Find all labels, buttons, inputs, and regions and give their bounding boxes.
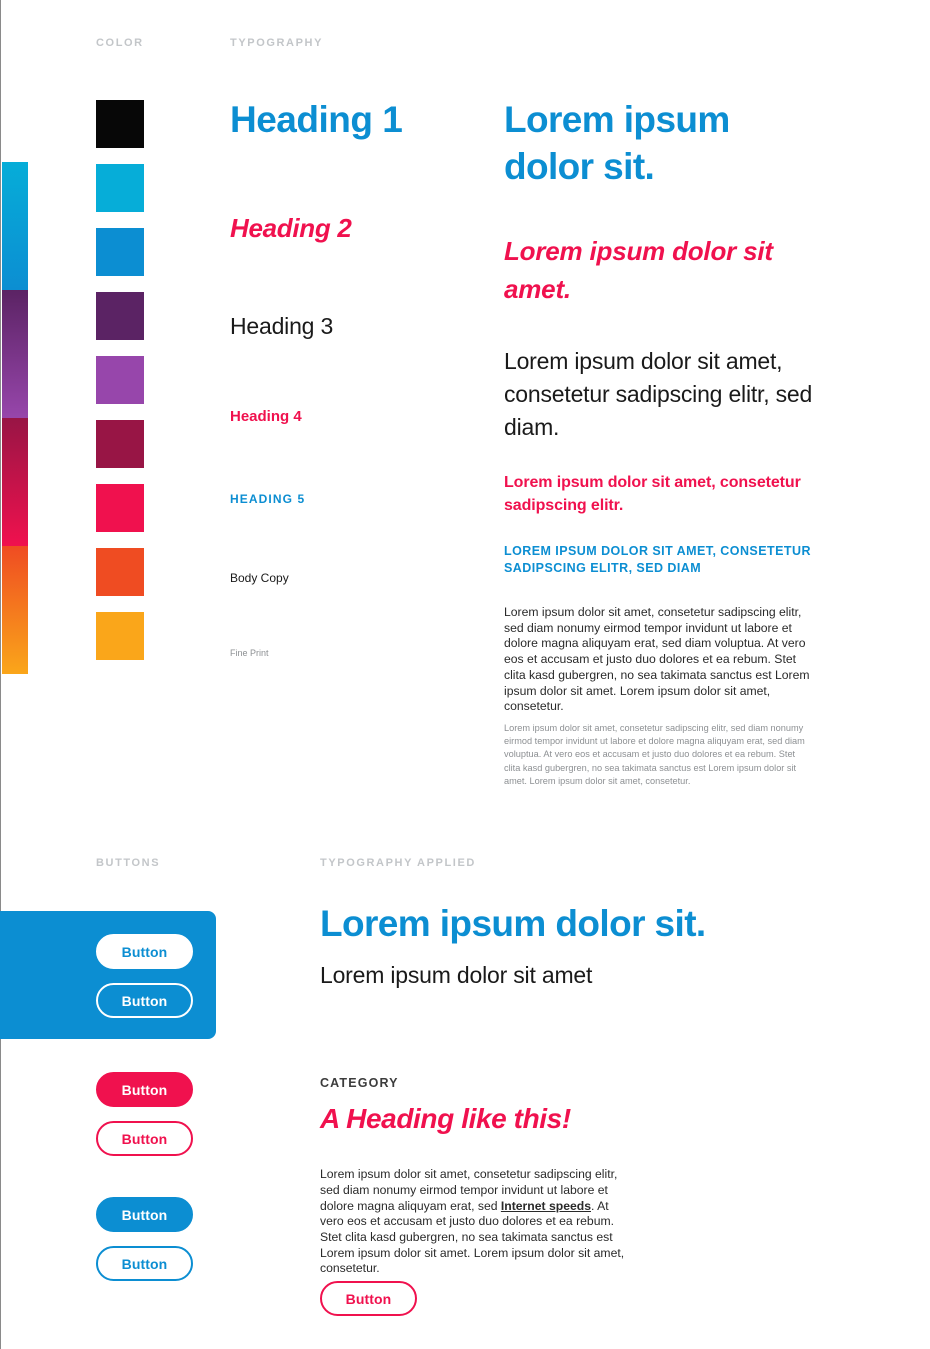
color-swatch-amber bbox=[96, 612, 144, 660]
type-scale-heading-3: Heading 3 bbox=[230, 313, 334, 339]
section-label-typography: Typography bbox=[230, 37, 324, 49]
specimen-heading-3: Lorem ipsum dolor sit amet, consetetur s… bbox=[504, 348, 813, 440]
button-applied-outline[interactable]: Button bbox=[320, 1281, 417, 1316]
gradient-strip-orange-amber bbox=[2, 546, 28, 674]
specimen-heading-5: LOREM IPSUM DOLOR SIT AMET, CONSETETUR S… bbox=[504, 544, 811, 575]
section-label-typography-applied: Typography Applied bbox=[320, 857, 476, 869]
button-blue-outline[interactable]: Button bbox=[96, 1246, 193, 1281]
type-scale-body-copy: Body Copy bbox=[230, 571, 289, 585]
color-swatch-maroon bbox=[96, 420, 144, 468]
specimen-heading-1: Lorem ipsum dolor sit. bbox=[504, 99, 730, 187]
section-label-color: Color bbox=[96, 37, 144, 49]
button-pink-outline[interactable]: Button bbox=[96, 1121, 193, 1156]
applied-category-label: CATEGORY bbox=[320, 1076, 399, 1090]
specimen-fine-print: Lorem ipsum dolor sit amet, consetetur s… bbox=[504, 723, 805, 786]
left-edge-rule bbox=[0, 0, 1, 1349]
buttons-blue-panel bbox=[0, 911, 216, 1039]
applied-subhead: Lorem ipsum dolor sit amet bbox=[320, 962, 593, 988]
button-pink-solid[interactable]: Button bbox=[96, 1072, 193, 1107]
specimen-body-copy: Lorem ipsum dolor sit amet, consetetur s… bbox=[504, 605, 810, 714]
color-swatch-pink bbox=[96, 484, 144, 532]
applied-heading: A Heading like this! bbox=[320, 1103, 571, 1134]
button-blue-solid[interactable]: Button bbox=[96, 1197, 193, 1232]
applied-headline: Lorem ipsum dolor sit. bbox=[320, 903, 706, 944]
type-scale-heading-1: Heading 1 bbox=[230, 99, 403, 140]
gradient-strip-maroon-pink bbox=[2, 418, 28, 546]
color-swatch-orange-red bbox=[96, 548, 144, 596]
gradient-strip-cyan-blue bbox=[2, 162, 28, 290]
specimen-heading-2: Lorem ipsum dolor sit amet. bbox=[504, 236, 773, 304]
type-scale-heading-5: HEADING 5 bbox=[230, 492, 306, 506]
type-scale-heading-4: Heading 4 bbox=[230, 408, 302, 425]
button-on-blue-outline[interactable]: Button bbox=[96, 983, 193, 1018]
type-scale-heading-2: Heading 2 bbox=[230, 213, 352, 243]
color-swatch-purple bbox=[96, 356, 144, 404]
style-guide-page: Color Typography Buttons Typography Appl… bbox=[0, 0, 930, 1349]
color-swatch-black bbox=[96, 100, 144, 148]
gradient-strip-purple bbox=[2, 290, 28, 418]
color-swatch-deep-purple bbox=[96, 292, 144, 340]
section-label-buttons: Buttons bbox=[96, 857, 161, 869]
color-swatch-cyan bbox=[96, 164, 144, 212]
color-swatch-blue bbox=[96, 228, 144, 276]
button-on-blue-solid[interactable]: Button bbox=[96, 934, 193, 969]
specimen-heading-4: Lorem ipsum dolor sit amet, consetetur s… bbox=[504, 474, 801, 514]
applied-body-link[interactable]: Internet speeds bbox=[501, 1199, 591, 1213]
applied-body-copy: Lorem ipsum dolor sit amet, consetetur s… bbox=[320, 1167, 632, 1277]
type-scale-fine-print: Fine Print bbox=[230, 648, 269, 658]
